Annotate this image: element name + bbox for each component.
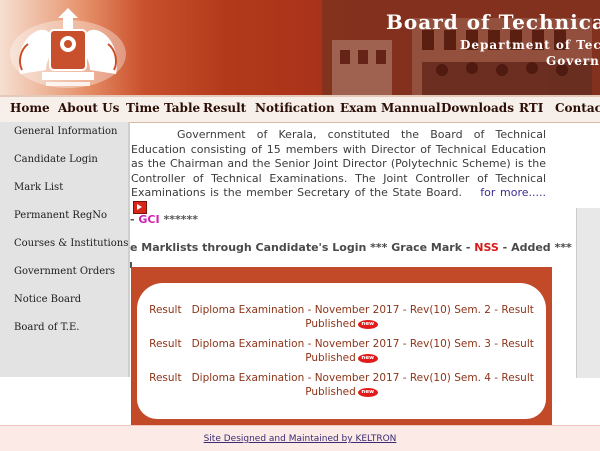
site-header: Board of Technical E Department of Techn…	[0, 0, 600, 95]
arrow-right-icon[interactable]	[133, 200, 147, 214]
result-label: Result	[149, 338, 182, 350]
nav-home[interactable]: Home	[10, 101, 50, 115]
result-label: Result	[149, 304, 182, 316]
nav-about-us[interactable]: About Us	[58, 101, 119, 115]
for-more-link[interactable]: for more.....	[480, 186, 546, 199]
main-nav: Home About Us Time Table Result Notifica…	[0, 95, 600, 123]
result-item[interactable]: Result Diploma Examination - November 20…	[137, 337, 546, 365]
department-title: Department of Techn	[460, 38, 600, 52]
sidebar-item-mark-list[interactable]: Mark List	[14, 182, 63, 193]
results-box: Result Diploma Examination - November 20…	[131, 267, 552, 425]
sidebar-item-permanent-regno[interactable]: Permanent RegNo	[14, 210, 107, 221]
footer-credit-link[interactable]: Site Designed and Maintained by KELTRON	[0, 434, 600, 444]
news-ticker-gci: - GCI ******	[130, 213, 198, 226]
sidebar-item-general-information[interactable]: General Information	[14, 126, 117, 137]
new-badge-icon: new	[357, 388, 378, 397]
nav-exam-manual[interactable]: Exam Mannual	[340, 101, 441, 115]
site-title: Board of Technical E	[386, 10, 600, 34]
nav-contact[interactable]: Contact	[555, 101, 600, 115]
nss-highlight: NSS	[474, 241, 499, 254]
new-badge-icon: new	[357, 354, 378, 363]
site-footer: Site Designed and Maintained by KELTRON	[0, 425, 600, 451]
result-item[interactable]: Result Diploma Examination - November 20…	[137, 303, 546, 331]
news-ticker-grace-mark: e Marklists through Candidate's Login **…	[130, 241, 572, 254]
result-item[interactable]: Result Diploma Examination - November 20…	[137, 371, 546, 399]
ticker-suffix: - Added ***	[498, 241, 572, 254]
sidebar-item-notice-board[interactable]: Notice Board	[14, 294, 81, 305]
gci-highlight: GCI	[138, 213, 160, 226]
right-panel	[576, 208, 600, 378]
sidebar-item-courses-institutions[interactable]: Courses & Institutions	[14, 238, 128, 249]
result-label: Result	[149, 372, 182, 384]
kerala-emblem-icon	[10, 8, 126, 88]
sidebar-item-candidate-login[interactable]: Candidate Login	[14, 154, 98, 165]
ticker-suffix: ******	[159, 213, 198, 226]
nav-time-table[interactable]: Time Table	[126, 101, 200, 115]
ticker-text: e Marklists through Candidate's Login **…	[130, 241, 475, 254]
government-title: Governm	[546, 54, 600, 68]
sidebar-item-government-orders[interactable]: Government Orders	[14, 266, 115, 277]
nav-notification[interactable]: Notification	[255, 101, 335, 115]
nav-result[interactable]: Result	[203, 101, 246, 115]
nav-downloads[interactable]: Downloads	[441, 101, 514, 115]
intro-paragraph: Government of Kerala, constituted the Bo…	[131, 128, 546, 217]
sidebar: General Information Candidate Login Mark…	[0, 122, 130, 377]
sidebar-item-board-of-te[interactable]: Board of T.E.	[14, 322, 79, 333]
nav-rti[interactable]: RTI	[519, 101, 543, 115]
new-badge-icon: new	[357, 320, 378, 329]
results-list: Result Diploma Examination - November 20…	[137, 283, 546, 419]
